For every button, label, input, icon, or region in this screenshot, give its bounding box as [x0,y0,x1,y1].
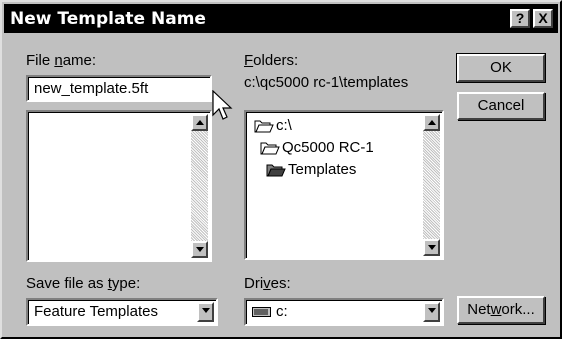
file-list-scrollbar[interactable] [191,114,208,258]
folders-label: Folders: [244,52,299,69]
drives-value: c: [276,303,288,320]
file-name-input[interactable]: new_template.5ft [26,75,212,102]
close-button[interactable]: X [533,9,553,28]
file-name-value: new_template.5ft [34,80,149,97]
new-template-name-dialog: New Template Name ? X File name: new_tem… [0,0,562,339]
open-folder-selected-icon [266,164,286,177]
folder-item-label: c:\ [276,117,292,134]
save-as-type-label: Save file as type: [26,275,141,292]
mouse-pointer-icon [212,90,233,120]
cancel-button[interactable]: Cancel [457,92,545,120]
hard-drive-icon [252,307,271,317]
drives-select[interactable]: c: [244,298,444,326]
network-button[interactable]: Network... [457,296,545,324]
folder-tree[interactable]: c:\ Qc5000 RC-1 Templates [244,110,444,260]
ok-button[interactable]: OK [456,53,546,83]
drives-dropdown-button[interactable] [423,302,440,322]
arrow-down-icon [428,245,436,250]
chevron-down-icon [428,308,436,313]
title-bar[interactable]: New Template Name ? X [4,4,558,33]
drives-label: Drives: [244,275,291,292]
file-list-scroll-up-button[interactable] [191,114,208,131]
arrow-up-icon [428,120,436,125]
folder-item-label: Templates [288,161,357,178]
arrow-up-icon [196,120,204,125]
open-folder-icon [260,142,280,155]
save-as-type-dropdown-button[interactable] [197,302,214,322]
chevron-down-icon [202,308,210,313]
close-icon: X [538,10,548,26]
folder-tree-scroll-down-button[interactable] [423,239,440,256]
save-as-type-select[interactable]: Feature Templates [26,298,218,326]
folder-item-label: Qc5000 RC-1 [282,139,374,156]
folder-tree-scroll-up-button[interactable] [423,114,440,131]
file-list[interactable] [26,110,212,262]
save-as-type-value: Feature Templates [34,303,158,320]
file-list-scroll-down-button[interactable] [191,241,208,258]
current-folder-path: c:\qc5000 rc-1\templates [244,74,409,91]
file-name-label: File name: [26,52,97,69]
help-icon: ? [515,10,525,26]
open-folder-icon [254,120,274,133]
folder-tree-scrollbar[interactable] [423,114,440,256]
help-button[interactable]: ? [510,9,530,28]
window-title: New Template Name [10,9,206,29]
arrow-down-icon [196,247,204,252]
